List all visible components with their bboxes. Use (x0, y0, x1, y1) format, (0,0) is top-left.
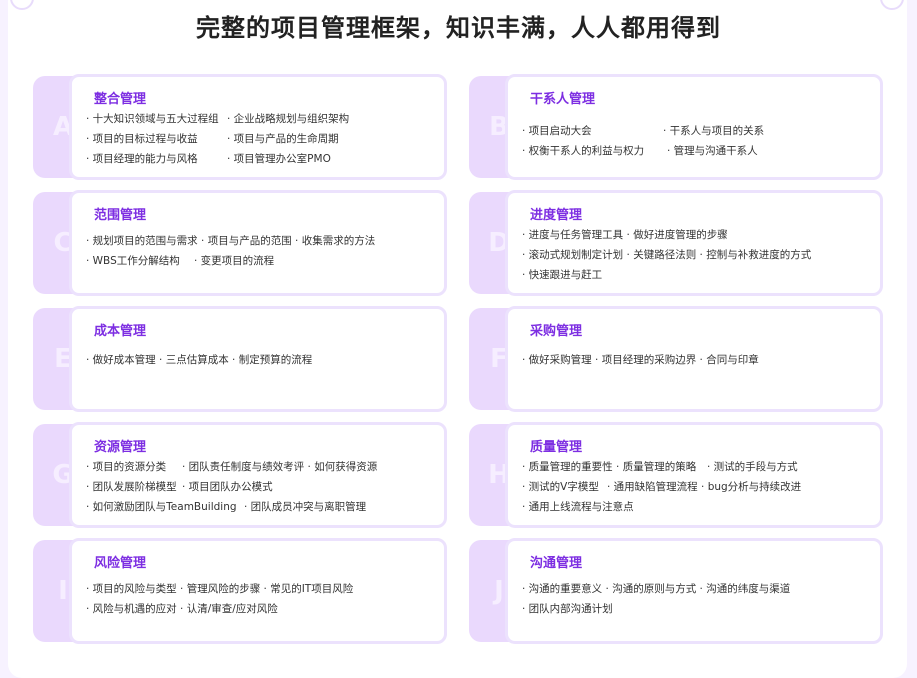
bullet-item: · 项目启动大会 (522, 125, 592, 137)
card-panel: 范围管理 · 规划项目的范围与需求 · 项目与产品的范围 · 收集需求的方法 · W… (69, 190, 447, 296)
bullet-item: · 沟通的重要意义 · 沟通的原则与方式 · 沟通的纬度与渠道 (522, 583, 791, 595)
card-line: · 风险与机遇的应对 · 认清/审查/应对风险 (86, 601, 436, 617)
card-title: 质量管理 (530, 440, 583, 455)
bullet-item: · 变更项目的流程 (194, 255, 275, 267)
bullet-item: · 干系人与项目的关系 (663, 125, 765, 137)
bullet-item: · 通用上线流程与注意点 (522, 501, 634, 513)
card-i: I 风险管理 · 项目的风险与类型 · 管理风险的步骤 · 常见的IT项目风险 · 风… (33, 538, 447, 644)
bullet-item: · 测试的手段与方式 (707, 461, 798, 473)
card-c: C 范围管理 · 规划项目的范围与需求 · 项目与产品的范围 · 收集需求的方法 · … (33, 190, 447, 296)
bullet-item: · 滚动式规划制定计划 · 关键路径法则 · 控制与补救进度的方式 (522, 249, 812, 261)
card-line: · 滚动式规划制定计划 · 关键路径法则 · 控制与补救进度的方式 (522, 247, 872, 263)
bullet-item: · 通用缺陷管理流程 · bug分析与持续改进 (607, 481, 802, 493)
card-panel: 风险管理 · 项目的风险与类型 · 管理风险的步骤 · 常见的IT项目风险 · 风险… (69, 538, 447, 644)
card-line: · 团队发展阶梯模型 · 项目团队办公模式 (86, 479, 436, 495)
card-title: 范围管理 (94, 208, 147, 223)
card-line: · 做好采购管理 · 项目经理的采购边界 · 合同与印章 (522, 352, 872, 368)
bullet-item: · 团队成员冲突与离职管理 (244, 501, 367, 513)
bullet-item: · 管理与沟通干系人 (667, 145, 758, 157)
card-e: E 成本管理 · 做好成本管理 · 三点估算成本 · 制定预算的流程 (33, 306, 447, 412)
card-line: · 项目启动大会 · 干系人与项目的关系 (522, 123, 872, 139)
bullet-item: · 企业战略规划与组织架构 (227, 113, 350, 125)
card-line: · 沟通的重要意义 · 沟通的原则与方式 · 沟通的纬度与渠道 (522, 581, 872, 597)
card-title: 资源管理 (94, 440, 147, 455)
card-h: H 质量管理 · 质量管理的重要性 · 质量管理的策略 · 测试的手段与方式 · 测试的… (469, 422, 883, 528)
bullet-item: · 项目管理办公室PMO (227, 153, 331, 165)
card-line: · 快速跟进与赶工 (522, 267, 872, 283)
card-line: · 质量管理的重要性 · 质量管理的策略 · 测试的手段与方式 (522, 459, 872, 475)
card-panel: 资源管理 · 项目的资源分类 · 团队责任制度与绩效考评 · 如何获得资源 · 团队发… (69, 422, 447, 528)
card-panel: 成本管理 · 做好成本管理 · 三点估算成本 · 制定预算的流程 (69, 306, 447, 412)
card-panel: 质量管理 · 质量管理的重要性 · 质量管理的策略 · 测试的手段与方式 · 测试的V… (505, 422, 883, 528)
bullet-item: · 项目与产品的生命周期 (227, 133, 339, 145)
bullet-item: · 权衡干系人的利益与权力 (522, 145, 645, 157)
bullet-item: · 如何激励团队与TeamBuilding (86, 501, 237, 513)
card-line: · WBS工作分解结构 · 变更项目的流程 (86, 253, 436, 269)
bullet-item: · 项目的资源分类 (86, 461, 167, 473)
card-line: · 十大知识领域与五大过程组 · 企业战略规划与组织架构 (86, 111, 436, 127)
card-line: · 项目经理的能力与风格 · 项目管理办公室PMO (86, 151, 436, 167)
card-a: A 整合管理 · 十大知识领域与五大过程组 · 企业战略规划与组织架构 · 项目的目标过… (33, 74, 447, 180)
card-g: G 资源管理 · 项目的资源分类 · 团队责任制度与绩效考评 · 如何获得资源 · 团队… (33, 422, 447, 528)
card-line: · 做好成本管理 · 三点估算成本 · 制定预算的流程 (86, 352, 436, 368)
card-panel: 采购管理 · 做好采购管理 · 项目经理的采购边界 · 合同与印章 (505, 306, 883, 412)
card-line: · 权衡干系人的利益与权力 · 管理与沟通干系人 (522, 143, 872, 159)
bullet-item: · 团队内部沟通计划 (522, 603, 613, 615)
card-line: · 项目的风险与类型 · 管理风险的步骤 · 常见的IT项目风险 (86, 581, 436, 597)
bullet-item: · 做好成本管理 · 三点估算成本 · 制定预算的流程 (86, 354, 313, 366)
bullet-item: · 测试的V字模型 (522, 481, 599, 493)
bullet-item: · 进度与任务管理工具 · 做好进度管理的步骤 (522, 229, 728, 241)
bullet-item: · 风险与机遇的应对 · 认清/审查/应对风险 (86, 603, 278, 615)
card-line: · 通用上线流程与注意点 (522, 499, 872, 515)
card-title: 进度管理 (530, 208, 583, 223)
card-panel: 沟通管理 · 沟通的重要意义 · 沟通的原则与方式 · 沟通的纬度与渠道 · 团队内… (505, 538, 883, 644)
card-line: · 团队内部沟通计划 (522, 601, 872, 617)
card-b: B 干系人管理 · 项目启动大会 · 干系人与项目的关系 · 权衡干系人的利益与权力 · … (469, 74, 883, 180)
card-line: · 进度与任务管理工具 · 做好进度管理的步骤 (522, 227, 872, 243)
card-line: · 如何激励团队与TeamBuilding · 团队成员冲突与离职管理 (86, 499, 436, 515)
bullet-item: · 做好采购管理 · 项目经理的采购边界 · 合同与印章 (522, 354, 759, 366)
bullet-item: · 团队发展阶梯模型 (86, 481, 177, 493)
card-line: · 项目的资源分类 · 团队责任制度与绩效考评 · 如何获得资源 (86, 459, 436, 475)
bullet-item: · 快速跟进与赶工 (522, 269, 603, 281)
card-j: J 沟通管理 · 沟通的重要意义 · 沟通的原则与方式 · 沟通的纬度与渠道 · 团队… (469, 538, 883, 644)
card-d: D 进度管理 · 进度与任务管理工具 · 做好进度管理的步骤 · 滚动式规划制定计划 … (469, 190, 883, 296)
bullet-item: · 质量管理的重要性 · 质量管理的策略 (522, 461, 697, 473)
card-title: 整合管理 (94, 92, 147, 107)
card-title: 风险管理 (94, 556, 147, 571)
bullet-item: · 项目的目标过程与收益 (86, 133, 198, 145)
card-panel: 进度管理 · 进度与任务管理工具 · 做好进度管理的步骤 · 滚动式规划制定计划 ·… (505, 190, 883, 296)
bullet-item: · 十大知识领域与五大过程组 (86, 113, 219, 125)
card-line: · 测试的V字模型 · 通用缺陷管理流程 · bug分析与持续改进 (522, 479, 872, 495)
card-line: · 规划项目的范围与需求 · 项目与产品的范围 · 收集需求的方法 (86, 233, 436, 249)
bullet-item: · 项目的风险与类型 · 管理风险的步骤 · 常见的IT项目风险 (86, 583, 354, 595)
card-title: 干系人管理 (530, 92, 596, 107)
card-line: · 项目的目标过程与收益 · 项目与产品的生命周期 (86, 131, 436, 147)
bullet-item: · 团队责任制度与绩效考评 · 如何获得资源 (182, 461, 378, 473)
card-panel: 整合管理 · 十大知识领域与五大过程组 · 企业战略规划与组织架构 · 项目的目标过程… (69, 74, 447, 180)
bullet-item: · 项目团队办公模式 (182, 481, 273, 493)
card-title: 采购管理 (530, 324, 583, 339)
card-f: F 采购管理 · 做好采购管理 · 项目经理的采购边界 · 合同与印章 (469, 306, 883, 412)
page-title: 完整的项目管理框架，知识丰满，人人都用得到 (196, 14, 721, 42)
card-title: 成本管理 (94, 324, 147, 339)
bullet-item: · 规划项目的范围与需求 · 项目与产品的范围 · 收集需求的方法 (86, 235, 376, 247)
bullet-item: · WBS工作分解结构 (86, 255, 180, 267)
card-panel: 干系人管理 · 项目启动大会 · 干系人与项目的关系 · 权衡干系人的利益与权力 · 管… (505, 74, 883, 180)
bullet-item: · 项目经理的能力与风格 (86, 153, 198, 165)
card-title: 沟通管理 (530, 556, 583, 571)
